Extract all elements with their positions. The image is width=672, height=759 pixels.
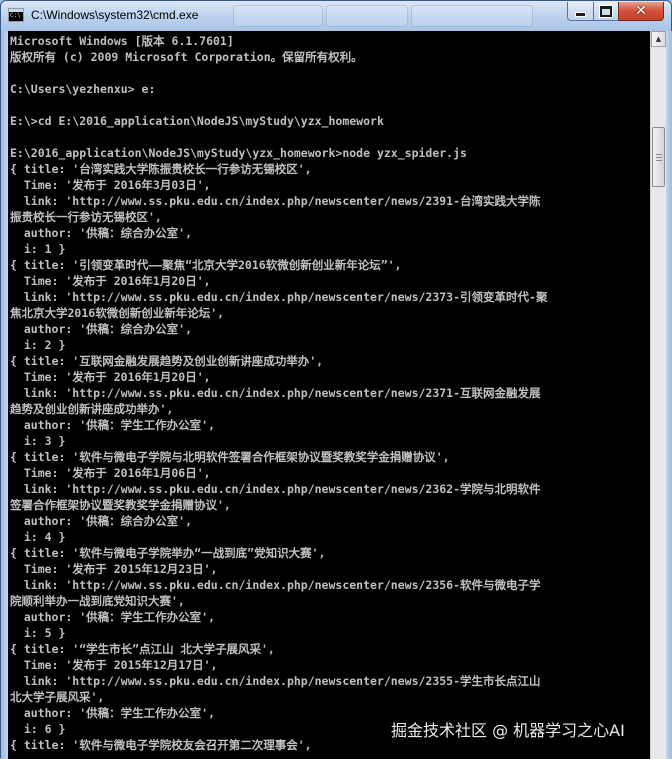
minimize-button[interactable] bbox=[567, 2, 594, 21]
console-line: author: '供稿：综合办公室', bbox=[10, 226, 193, 240]
console-line: 院顺利举办一战到底党知识大赛', bbox=[10, 594, 185, 608]
scroll-up-button[interactable]: ▲ bbox=[651, 31, 666, 47]
console-line: 振贵校长一行参访无锡校区', bbox=[10, 210, 162, 224]
cmd-window: C:\Windows\system32\cmd.exe ✕ Microsoft … bbox=[0, 0, 672, 759]
console-line: { title: '引领变革时代——聚焦“北京大学2016软微创新创业新年论坛”… bbox=[10, 258, 402, 272]
console-line: { title: '软件与微电子学院举办“一战到底”党知识大赛', bbox=[10, 546, 326, 560]
console-line: 趋势及创业创新讲座成功举办', bbox=[10, 402, 174, 416]
background-tab bbox=[233, 5, 323, 27]
watermark: 掘金技术社区 @ 机器学习之心AI bbox=[391, 721, 625, 740]
console-line: C:\Users\yezhenxu> e: bbox=[10, 82, 156, 96]
console-line: author: '供稿：学生工作办公室', bbox=[10, 418, 216, 432]
console-line: i: 1 } bbox=[10, 242, 66, 256]
vertical-scrollbar[interactable]: ▲ bbox=[650, 31, 666, 759]
cmd-app-icon[interactable] bbox=[8, 8, 24, 22]
console-line: { title: '台湾实践大学陈振贵校长一行参访无锡校区', bbox=[10, 162, 312, 176]
console-line: author: '供稿：综合办公室', bbox=[10, 514, 193, 528]
console-line: link: 'http://www.ss.pku.edu.cn/index.ph… bbox=[10, 578, 541, 592]
console-line: author: '供稿：学生工作办公室', bbox=[10, 610, 216, 624]
thumb-grip-line bbox=[656, 160, 662, 161]
console-lines: Microsoft Windows [版本 6.1.7601] 版权所有 (c) … bbox=[10, 33, 547, 753]
console-line: { title: '“学生市长”点江山 北大学子展风采', bbox=[10, 642, 275, 656]
thumb-grip-line bbox=[656, 154, 662, 155]
console-line: 北大学子展风采', bbox=[10, 690, 105, 704]
console-line: author: '供稿：综合办公室', bbox=[10, 322, 193, 336]
console-line: link: 'http://www.ss.pku.edu.cn/index.ph… bbox=[10, 290, 548, 304]
thumb-grip-line bbox=[656, 157, 662, 158]
window-frame-right bbox=[666, 31, 672, 759]
console-line: Time: '发布于 2015年12月23日', bbox=[10, 562, 218, 576]
console-line: Time: '发布于 2016年3月03日', bbox=[10, 178, 211, 192]
console-line: 签署合作框架协议暨奖教奖学金捐赠协议', bbox=[10, 498, 231, 512]
console-line: E:\>cd E:\2016_application\NodeJS\myStud… bbox=[10, 114, 384, 128]
console-line: i: 5 } bbox=[10, 626, 66, 640]
close-icon: ✕ bbox=[635, 3, 647, 19]
window-frame-left bbox=[1, 31, 8, 759]
console-line: { title: '软件与微电子学院与北明软件签署合作框架协议暨奖教奖学金捐赠协… bbox=[10, 450, 450, 464]
console-line: Time: '发布于 2016年1月20日', bbox=[10, 274, 211, 288]
console-line: 焦北京大学2016软微创新创业新年论坛', bbox=[10, 306, 225, 320]
close-button[interactable]: ✕ bbox=[618, 2, 664, 21]
console-line: link: 'http://www.ss.pku.edu.cn/index.ph… bbox=[10, 386, 541, 400]
console-line: Time: '发布于 2016年1月20日', bbox=[10, 370, 211, 384]
console-line: Time: '发布于 2016年1月06日', bbox=[10, 466, 211, 480]
window-title: C:\Windows\system32\cmd.exe bbox=[31, 8, 199, 22]
console-line: 版权所有 (c) 2009 Microsoft Corporation。保留所有… bbox=[10, 50, 363, 64]
console-line: i: 2 } bbox=[10, 338, 66, 352]
console-line: link: 'http://www.ss.pku.edu.cn/index.ph… bbox=[10, 674, 541, 688]
console-line: { title: '互联网金融发展趋势及创业创新讲座成功举办', bbox=[10, 354, 324, 368]
console-line: i: 4 } bbox=[10, 530, 66, 544]
minimize-icon bbox=[575, 11, 586, 17]
background-tab bbox=[326, 5, 408, 27]
scrollbar-thumb[interactable] bbox=[652, 127, 665, 187]
chevron-up-icon: ▲ bbox=[655, 35, 662, 43]
title-bar[interactable]: C:\Windows\system32\cmd.exe ✕ bbox=[1, 1, 671, 31]
console-line: link: 'http://www.ss.pku.edu.cn/index.ph… bbox=[10, 194, 541, 208]
background-tab bbox=[411, 5, 533, 27]
console-line: Microsoft Windows [版本 6.1.7601] bbox=[10, 34, 234, 48]
maximize-button[interactable] bbox=[593, 2, 619, 21]
console-line: i: 3 } bbox=[10, 434, 66, 448]
console-line: E:\2016_application\NodeJS\myStudy\yzx_h… bbox=[10, 146, 467, 160]
maximize-icon bbox=[600, 5, 612, 17]
console-output[interactable]: Microsoft Windows [版本 6.1.7601] 版权所有 (c) … bbox=[8, 31, 650, 759]
console-line: link: 'http://www.ss.pku.edu.cn/index.ph… bbox=[10, 482, 541, 496]
console-line: Time: '发布于 2015年12月17日', bbox=[10, 658, 218, 672]
